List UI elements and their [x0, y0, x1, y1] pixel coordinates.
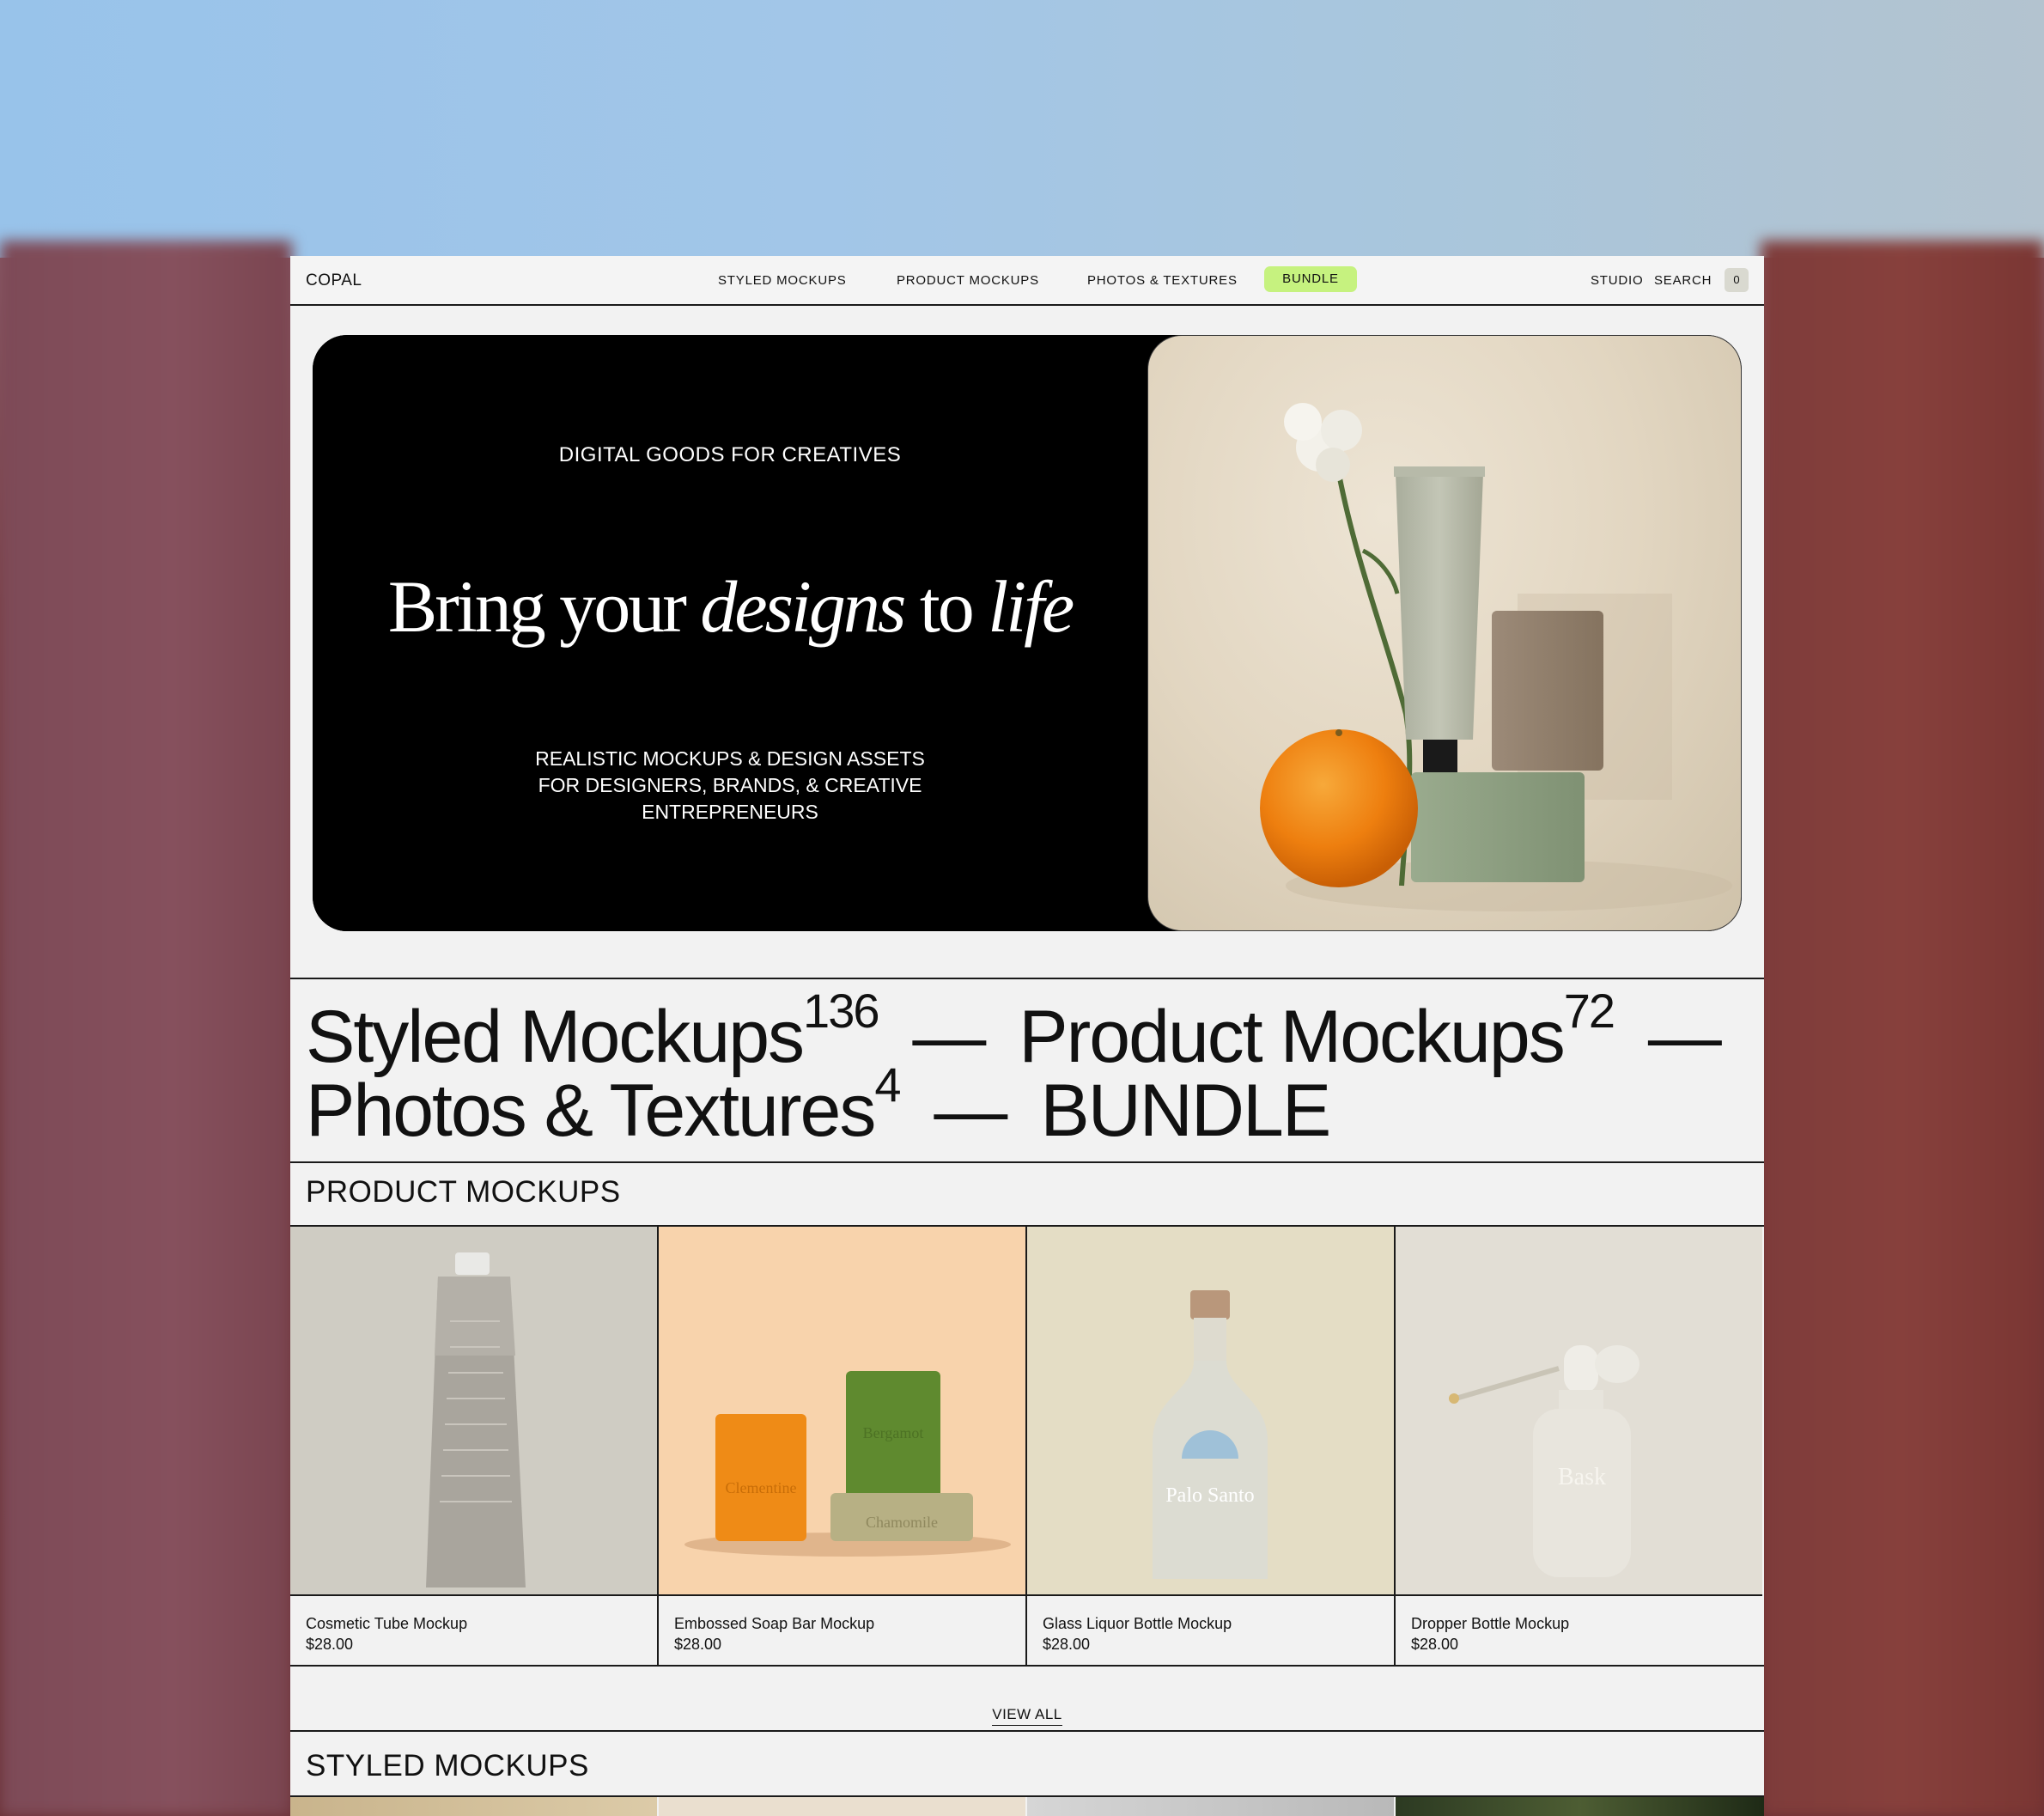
styled-card-image[interactable] [1396, 1797, 1764, 1816]
hero-headline: Bring your designs to life [387, 565, 1074, 648]
view-all-link[interactable]: VIEW ALL [992, 1706, 1062, 1726]
soap-label-clementine: Clementine [726, 1479, 797, 1496]
category-bundle[interactable]: BUNDLE [1040, 1069, 1331, 1152]
background-wall-right [1761, 241, 2044, 1816]
styled-mockups-grid [290, 1795, 1764, 1816]
logo[interactable]: COPAL [306, 271, 362, 290]
product-card[interactable]: Palo Santo Glass Liquor Bottle Mockup $2… [1027, 1227, 1396, 1665]
product-name[interactable]: Dropper Bottle Mockup [1411, 1615, 1569, 1633]
dropper-label: Bask [1558, 1464, 1606, 1490]
product-card[interactable]: Clementine Bergamot Chamomile Embossed S… [659, 1227, 1027, 1665]
hero-eyebrow: DIGITAL GOODS FOR CREATIVES [558, 443, 902, 466]
hero-product-photo [1147, 335, 1742, 931]
hero-banner: DIGITAL GOODS FOR CREATIVES Bring your d… [313, 335, 1742, 931]
product-price: $28.00 [306, 1636, 354, 1653]
product-card[interactable]: Cosmetic Tube Mockup $28.00 [290, 1227, 659, 1665]
bottle-label: Palo Santo [1165, 1484, 1254, 1507]
category-photos-textures[interactable]: Photos & Textures4 [306, 1057, 902, 1152]
styled-card-image[interactable] [659, 1797, 1025, 1816]
hero-subtitle: REALISTIC MOCKUPS & DESIGN ASSETS FOR DE… [535, 747, 925, 823]
nav-styled-mockups[interactable]: STYLED MOCKUPS [718, 273, 847, 288]
category-separator: — [912, 996, 986, 1078]
product-image[interactable]: Clementine Bergamot Chamomile [659, 1227, 1025, 1596]
dropper-bottle-image: Bask [1449, 1345, 1639, 1577]
product-price: $28.00 [1411, 1636, 1459, 1653]
category-separator: — [1647, 996, 1722, 1078]
nav-product-mockups[interactable]: PRODUCT MOCKUPS [897, 273, 1039, 288]
nav-search[interactable]: SEARCH [1654, 273, 1712, 288]
cosmetic-tube-image [426, 1252, 526, 1587]
category-line-1: Styled Mockups136 — Product Mockups72 — [306, 984, 1722, 1080]
background-sky [0, 0, 2044, 258]
category-product-mockups[interactable]: Product Mockups72 [1019, 984, 1615, 1078]
soap-bars-image: Clementine Bergamot Chamomile [684, 1371, 1011, 1557]
background-wall-left [0, 241, 292, 1816]
soap-label-bergamot: Bergamot [863, 1424, 924, 1441]
styled-card-image[interactable] [290, 1797, 657, 1816]
product-mockups-count: 72 [1563, 984, 1615, 1038]
styled-mockups-count: 136 [803, 984, 879, 1038]
category-styled-mockups[interactable]: Styled Mockups136 [306, 984, 879, 1078]
category-line-2: Photos & Textures4 — BUNDLE [306, 1057, 1331, 1154]
product-price: $28.00 [1043, 1636, 1091, 1653]
nav-bundle-button[interactable]: BUNDLE [1264, 266, 1357, 292]
product-image[interactable] [290, 1227, 657, 1596]
product-name[interactable]: Glass Liquor Bottle Mockup [1043, 1615, 1232, 1633]
top-navigation: COPAL STYLED MOCKUPS PRODUCT MOCKUPS PHO… [290, 256, 1764, 306]
nav-studio[interactable]: STUDIO [1591, 273, 1643, 288]
cart-count-badge[interactable]: 0 [1725, 268, 1749, 292]
product-card[interactable]: Bask Dropper Bottle Mockup $28.00 [1396, 1227, 1764, 1665]
hero-text-panel: DIGITAL GOODS FOR CREATIVES Bring your d… [313, 335, 1147, 931]
soap-label-chamomile: Chamomile [866, 1514, 938, 1531]
liquor-bottle-image: Palo Santo [1153, 1290, 1268, 1579]
product-name[interactable]: Cosmetic Tube Mockup [306, 1615, 467, 1633]
styled-mockups-heading: STYLED MOCKUPS [306, 1749, 589, 1782]
product-image[interactable]: Bask [1396, 1227, 1762, 1596]
product-price: $28.00 [674, 1636, 722, 1653]
view-all-link-wrapper: VIEW ALL [290, 1706, 1764, 1726]
webpage: COPAL STYLED MOCKUPS PRODUCT MOCKUPS PHO… [290, 256, 1764, 1816]
category-index: Styled Mockups136 — Product Mockups72 — … [290, 978, 1764, 1163]
product-mockups-heading: PRODUCT MOCKUPS [306, 1175, 621, 1209]
product-name[interactable]: Embossed Soap Bar Mockup [674, 1615, 874, 1633]
photos-textures-count: 4 [874, 1057, 901, 1112]
category-separator: — [934, 1069, 1007, 1152]
product-grid: Cosmetic Tube Mockup $28.00 Clementine B… [290, 1225, 1764, 1667]
product-image[interactable]: Palo Santo [1027, 1227, 1394, 1596]
styled-card-image[interactable] [1027, 1797, 1394, 1816]
hero-still-life-illustration [1260, 403, 1732, 911]
nav-photos-textures[interactable]: PHOTOS & TEXTURES [1087, 273, 1238, 288]
styled-mockups-section: STYLED MOCKUPS [290, 1730, 1764, 1816]
